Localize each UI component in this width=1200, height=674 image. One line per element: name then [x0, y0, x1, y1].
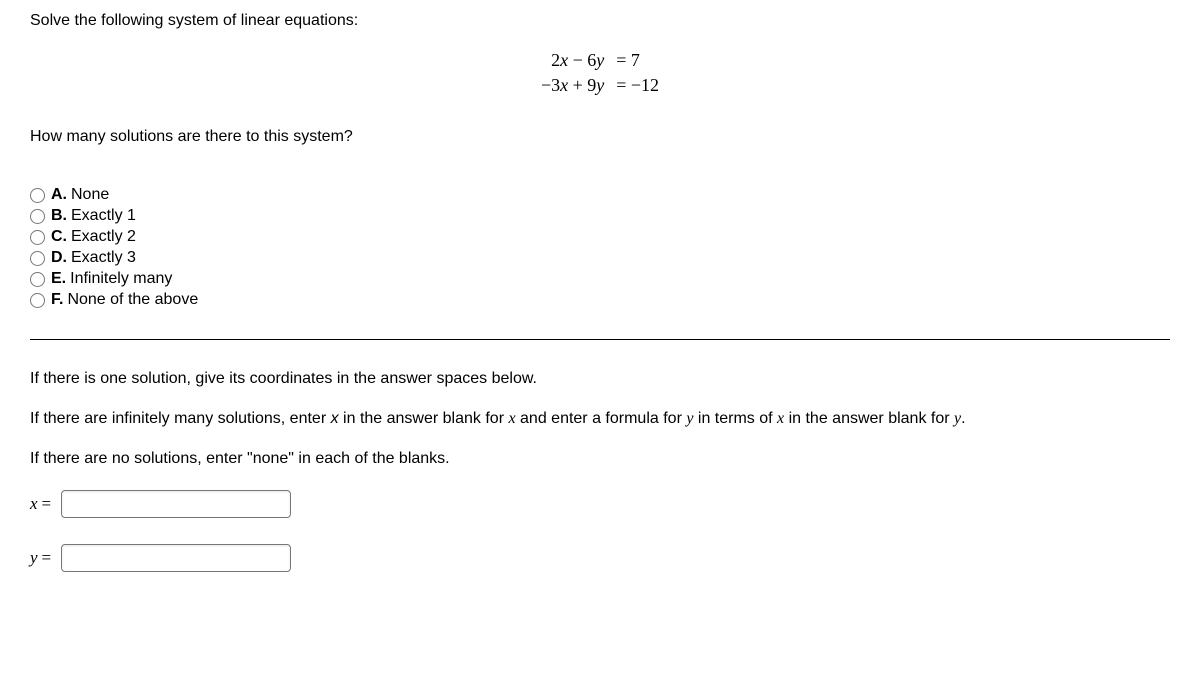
option-a[interactable]: A. None — [30, 186, 1170, 204]
eq2-rhs: = −12 — [610, 73, 665, 98]
option-c-letter: C. — [51, 228, 67, 246]
inf-mid1: in the answer blank for — [339, 410, 509, 427]
option-a-letter: A. — [51, 186, 67, 204]
answer-y-row: y = — [30, 544, 1170, 572]
radio-e[interactable] — [30, 272, 45, 287]
option-d-letter: D. — [51, 249, 67, 267]
y-equals: = — [42, 548, 52, 568]
inf-pre: If there are infinitely many solutions, … — [30, 410, 331, 427]
option-f-text: None of the above — [67, 291, 198, 309]
option-e-letter: E. — [51, 270, 66, 288]
y-input[interactable] — [61, 544, 291, 572]
prompt-text: Solve the following system of linear equ… — [30, 12, 1170, 30]
instruction-infinite: If there are infinitely many solutions, … — [30, 410, 1170, 428]
option-b-text: Exactly 1 — [71, 207, 136, 225]
radio-b[interactable] — [30, 209, 45, 224]
radio-d[interactable] — [30, 251, 45, 266]
option-f[interactable]: F. None of the above — [30, 291, 1170, 309]
inf-x-var: x — [331, 410, 339, 427]
eq2-lhs: −3x + 9y — [535, 73, 610, 98]
equation-row-2: −3x + 9y = −12 — [535, 73, 665, 98]
option-f-letter: F. — [51, 291, 63, 309]
option-d-text: Exactly 3 — [71, 249, 136, 267]
options-group: A. None B. Exactly 1 C. Exactly 2 D. Exa… — [30, 186, 1170, 309]
option-c-text: Exactly 2 — [71, 228, 136, 246]
option-e[interactable]: E. Infinitely many — [30, 270, 1170, 288]
equation-system: 2x − 6y = 7 −3x + 9y = −12 — [30, 48, 1170, 98]
answer-x-row: x = — [30, 490, 1170, 518]
divider — [30, 339, 1170, 340]
instruction-none: If there are no solutions, enter "none" … — [30, 450, 1170, 468]
option-c[interactable]: C. Exactly 2 — [30, 228, 1170, 246]
x-equals: = — [42, 494, 52, 514]
eq1-lhs: 2x − 6y — [535, 48, 610, 73]
question-container: Solve the following system of linear equ… — [0, 0, 1200, 628]
question-text: How many solutions are there to this sys… — [30, 128, 1170, 146]
inf-mid4: in the answer blank for — [784, 410, 954, 427]
option-e-text: Infinitely many — [70, 270, 172, 288]
equation-table: 2x − 6y = 7 −3x + 9y = −12 — [535, 48, 665, 98]
radio-c[interactable] — [30, 230, 45, 245]
instruction-one-solution: If there is one solution, give its coord… — [30, 370, 1170, 388]
radio-f[interactable] — [30, 293, 45, 308]
x-input[interactable] — [61, 490, 291, 518]
inf-end: . — [961, 410, 965, 427]
option-b-letter: B. — [51, 207, 67, 225]
option-d[interactable]: D. Exactly 3 — [30, 249, 1170, 267]
option-a-text: None — [71, 186, 109, 204]
eq1-rhs: = 7 — [610, 48, 665, 73]
inf-math-x: x — [508, 410, 515, 427]
inf-mid2: and enter a formula for — [516, 410, 687, 427]
equation-row-1: 2x − 6y = 7 — [535, 48, 665, 73]
y-label: y — [30, 548, 38, 568]
option-b[interactable]: B. Exactly 1 — [30, 207, 1170, 225]
x-label: x — [30, 494, 38, 514]
radio-a[interactable] — [30, 188, 45, 203]
inf-mid3: in terms of — [693, 410, 777, 427]
